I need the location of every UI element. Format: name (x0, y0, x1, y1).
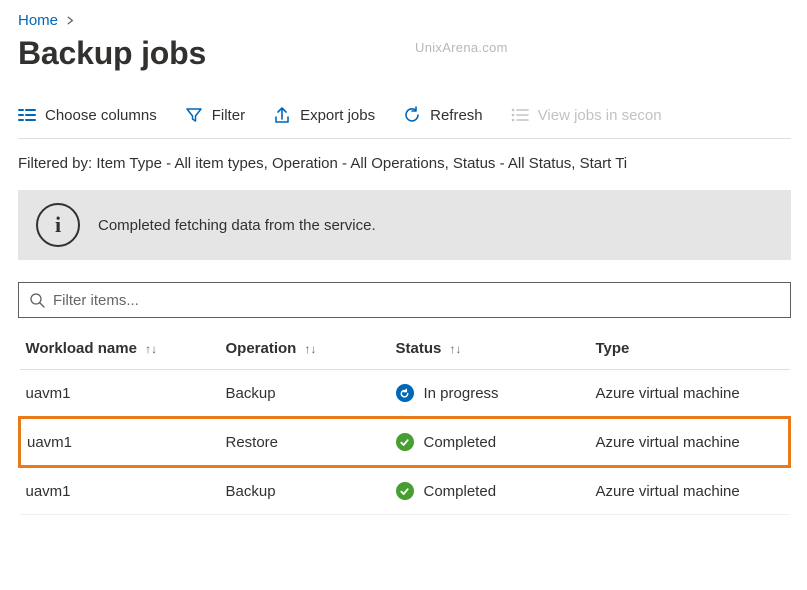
column-header-type-label: Type (596, 340, 630, 357)
completed-icon (396, 482, 414, 500)
export-jobs-label: Export jobs (300, 107, 375, 124)
column-header-workload[interactable]: Workload name ↑↓ (20, 328, 220, 370)
list-numbered-icon (511, 108, 529, 122)
status-text: Completed (424, 434, 497, 451)
table-row[interactable]: uavm1Restore Completed Azure virtual machi… (20, 418, 790, 467)
view-jobs-secondary-button[interactable]: View jobs in secon (511, 107, 662, 124)
choose-columns-label: Choose columns (45, 107, 157, 124)
cell-workload: uavm1 (20, 370, 220, 418)
column-header-status-label: Status (396, 340, 442, 357)
sort-icon: ↑↓ (145, 342, 157, 356)
chevron-right-icon (66, 14, 75, 28)
export-jobs-button[interactable]: Export jobs (273, 106, 375, 124)
table-row[interactable]: uavm1Backup Completed Azure virtual machin… (20, 467, 790, 515)
info-banner: i Completed fetching data from the servi… (18, 190, 791, 260)
view-jobs-secondary-label: View jobs in secon (538, 107, 662, 124)
info-icon: i (36, 203, 80, 247)
columns-icon (18, 108, 36, 122)
jobs-table: Workload name ↑↓ Operation ↑↓ Status ↑↓ … (18, 328, 791, 515)
cell-operation: Restore (220, 418, 390, 467)
column-header-type[interactable]: Type (590, 328, 790, 370)
page-title: Backup jobs (18, 35, 791, 72)
filter-items-searchbox[interactable] (18, 282, 791, 318)
status-text: In progress (424, 385, 499, 402)
cell-type: Azure virtual machine (590, 467, 790, 515)
completed-icon (396, 433, 414, 451)
filter-items-input[interactable] (53, 292, 780, 309)
status-text: Completed (424, 483, 497, 500)
refresh-icon (403, 106, 421, 124)
filter-button[interactable]: Filter (185, 106, 245, 124)
table-row[interactable]: uavm1Backup In progress Azure virtual mach… (20, 370, 790, 418)
cell-workload: uavm1 (20, 418, 220, 467)
search-icon (29, 292, 45, 308)
filter-label: Filter (212, 107, 245, 124)
in-progress-icon (396, 384, 414, 402)
toolbar: Choose columns Filter Export jobs Refres… (18, 100, 791, 139)
breadcrumb-home-link[interactable]: Home (18, 12, 58, 29)
cell-status: Completed (390, 467, 590, 515)
breadcrumb: Home (18, 12, 791, 29)
export-icon (273, 106, 291, 124)
choose-columns-button[interactable]: Choose columns (18, 107, 157, 124)
column-header-operation[interactable]: Operation ↑↓ (220, 328, 390, 370)
sort-icon: ↑↓ (305, 342, 317, 356)
refresh-button[interactable]: Refresh (403, 106, 483, 124)
cell-status: In progress (390, 370, 590, 418)
filter-summary-text: Filtered by: Item Type - All item types,… (18, 139, 791, 190)
column-header-workload-label: Workload name (26, 340, 137, 357)
cell-status: Completed (390, 418, 590, 467)
column-header-operation-label: Operation (226, 340, 297, 357)
column-header-status[interactable]: Status ↑↓ (390, 328, 590, 370)
cell-type: Azure virtual machine (590, 370, 790, 418)
sort-icon: ↑↓ (450, 342, 462, 356)
funnel-icon (185, 106, 203, 124)
cell-operation: Backup (220, 370, 390, 418)
info-banner-message: Completed fetching data from the service… (98, 217, 376, 234)
cell-operation: Backup (220, 467, 390, 515)
cell-type: Azure virtual machine (590, 418, 790, 467)
cell-workload: uavm1 (20, 467, 220, 515)
refresh-label: Refresh (430, 107, 483, 124)
